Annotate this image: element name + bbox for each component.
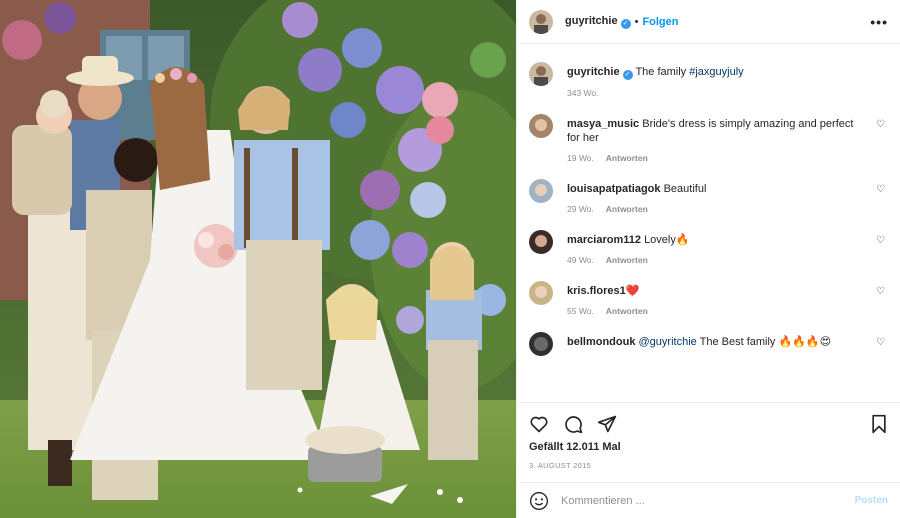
comment-bubble-icon[interactable] <box>563 414 583 434</box>
comment-text: The Best family 🔥🔥🔥😍 <box>699 336 832 348</box>
commenter-avatar[interactable] <box>529 332 553 356</box>
save-bookmark-icon[interactable] <box>870 414 888 434</box>
like-comment-heart-icon[interactable]: ♡ <box>876 281 888 297</box>
comment-meta: 29 Wo. Antworten <box>567 204 868 214</box>
post-actions: Gefällt 12.011 Mal 3. AUGUST 2015 <box>517 402 900 482</box>
caption-age[interactable]: 343 Wo. <box>567 88 599 98</box>
caption-username[interactable]: guyritchie <box>567 66 620 78</box>
comment-meta: 55 Wo. Antworten <box>567 306 868 316</box>
action-icons-row <box>529 411 888 437</box>
header-separator: • <box>634 15 639 28</box>
reply-button[interactable]: Antworten <box>606 255 648 265</box>
comment-mention[interactable]: @guyritchie <box>639 336 697 348</box>
more-options-icon[interactable]: ••• <box>870 14 888 30</box>
like-comment-heart-icon[interactable]: ♡ <box>876 230 888 246</box>
comment-input[interactable] <box>561 494 855 507</box>
commenter-avatar[interactable] <box>529 114 553 138</box>
comment-username[interactable]: marciarom112 <box>567 234 641 246</box>
like-comment-heart-icon[interactable]: ♡ <box>876 114 888 130</box>
comment-text: Beautiful <box>663 183 707 195</box>
commenter-avatar[interactable] <box>529 179 553 203</box>
author-username[interactable]: guyritchie ✓ <box>565 15 631 29</box>
post-photo[interactable] <box>0 0 516 518</box>
author-username-text[interactable]: guyritchie <box>565 15 618 27</box>
comment-item: louisapatpatiagok Beautiful 29 Wo. Antwor… <box>529 179 888 214</box>
likes-count[interactable]: Gefällt 12.011 Mal <box>529 441 888 453</box>
caption-hashtag[interactable]: #jaxguyjuly <box>689 66 743 78</box>
comment-meta: 19 Wo. Antworten <box>567 153 868 163</box>
comment-username[interactable]: louisapatpatiagok <box>567 183 661 195</box>
reply-button[interactable]: Antworten <box>606 204 648 214</box>
instagram-post-modal: guyritchie ✓ • Folgen ••• guyritchie ✓ The… <box>0 0 900 518</box>
author-avatar[interactable] <box>529 9 553 34</box>
comment-meta: 49 Wo. Antworten <box>567 255 868 265</box>
reply-button[interactable]: Antworten <box>606 153 648 163</box>
wedding-family-photo <box>0 0 516 518</box>
comment-age[interactable]: 55 Wo. <box>567 306 594 316</box>
caption-text: The family <box>635 66 687 78</box>
caption-avatar[interactable] <box>529 62 553 86</box>
comments-list[interactable]: guyritchie ✓ The family #jaxguyjuly 343 W… <box>517 44 900 402</box>
follow-button[interactable]: Folgen <box>642 16 678 28</box>
post-date[interactable]: 3. AUGUST 2015 <box>529 461 888 470</box>
like-comment-heart-icon[interactable]: ♡ <box>876 179 888 195</box>
comment-text: Lovely🔥 <box>644 234 690 246</box>
commenter-avatar[interactable] <box>529 230 553 254</box>
comment-item: bellmondouk @guyritchie The Best family … <box>529 332 888 356</box>
comment-username[interactable]: masya_music <box>567 118 639 130</box>
share-paper-plane-icon[interactable] <box>597 414 617 434</box>
verified-badge-icon: ✓ <box>620 18 631 29</box>
post-comment-button[interactable]: Posten <box>855 495 888 506</box>
comment-item: masya_music Bride's dress is simply amaz… <box>529 114 888 163</box>
comment-age[interactable]: 49 Wo. <box>567 255 594 265</box>
comment-username[interactable]: bellmondouk <box>567 336 635 348</box>
comment-username[interactable]: kris.flores1❤️ <box>567 285 639 297</box>
comment-composer: Posten <box>517 482 900 518</box>
emoji-smiley-icon[interactable] <box>529 491 549 511</box>
commenter-avatar[interactable] <box>529 281 553 305</box>
comment-item: kris.flores1❤️ 55 Wo. Antworten ♡ <box>529 281 888 316</box>
reply-button[interactable]: Antworten <box>606 306 648 316</box>
caption: guyritchie ✓ The family #jaxguyjuly 343 W… <box>529 62 888 98</box>
post-side-panel: guyritchie ✓ • Folgen ••• guyritchie ✓ The… <box>516 0 900 518</box>
comment-age[interactable]: 29 Wo. <box>567 204 594 214</box>
comment-item: marciarom112 Lovely🔥 49 Wo. Antworten ♡ <box>529 230 888 265</box>
caption-meta: 343 Wo. <box>567 88 888 98</box>
comment-age[interactable]: 19 Wo. <box>567 153 594 163</box>
post-header: guyritchie ✓ • Folgen ••• <box>517 0 900 44</box>
like-comment-heart-icon[interactable]: ♡ <box>876 332 888 348</box>
verified-badge-icon: ✓ <box>622 70 633 80</box>
like-heart-icon[interactable] <box>529 414 549 434</box>
